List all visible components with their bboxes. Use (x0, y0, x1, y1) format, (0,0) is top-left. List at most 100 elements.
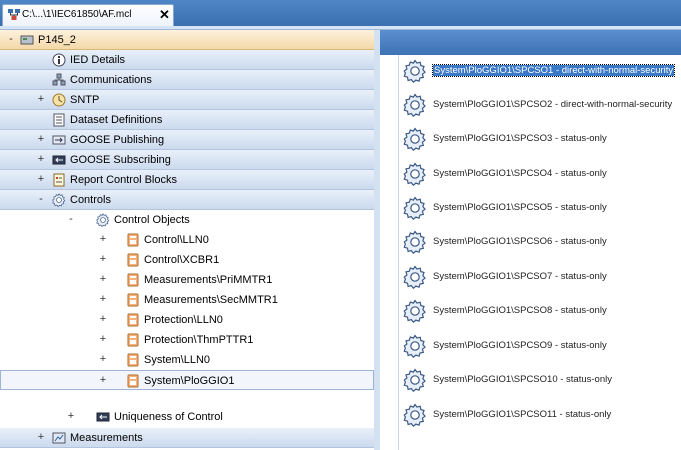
tree-item-protection-lln0[interactable]: + Protection\LLN0 (0, 310, 374, 330)
measurements-icon (52, 432, 66, 444)
tree-item-label: Uniqueness of Control (114, 411, 223, 423)
gear-icon (403, 127, 427, 151)
pane-header-bar (380, 30, 681, 55)
gear-icon (403, 196, 427, 220)
expand-toggle[interactable]: + (36, 133, 46, 145)
tree-item-measurements-secmmtr1[interactable]: + Measurements\SecMMTR1 (0, 290, 374, 310)
list-item-label: System\PloGGIO1\SPCSO4 - status-only (433, 168, 607, 179)
list-item-label: System\PloGGIO1\SPCSO5 - status-only (433, 202, 607, 213)
list-item-label: System\PloGGIO1\SPCSO6 - status-only (433, 236, 607, 247)
tree-item-label: Controls (70, 194, 111, 206)
clock-icon (52, 93, 66, 107)
list-item-spcso8[interactable]: System\PloGGIO1\SPCSO8 - status-only (399, 295, 681, 327)
gear-icon (403, 299, 427, 323)
tree-item-label: P145_2 (38, 34, 76, 46)
tree-item-label: Control\LLN0 (144, 234, 209, 246)
goose-subscribe-icon (52, 155, 66, 165)
report-icon (53, 173, 65, 187)
tree-item-system-lln0[interactable]: + System\LLN0 (0, 350, 374, 370)
goose-publish-icon (52, 135, 66, 145)
expand-toggle[interactable]: + (98, 313, 108, 325)
expand-toggle[interactable]: + (98, 233, 108, 245)
expand-toggle[interactable]: + (98, 353, 108, 365)
tree-item-label: Communications (70, 74, 152, 86)
logical-node-icon (126, 374, 140, 388)
expand-toggle[interactable]: + (98, 273, 108, 285)
gear-icon (403, 230, 427, 254)
control-objects-list: System\PloGGIO1\SPCSO1 - direct-with-nor… (398, 55, 681, 450)
logical-node-icon (126, 293, 140, 307)
list-item-label: System\PloGGIO1\SPCSO10 - status-only (433, 374, 612, 385)
tree-item-protection-thmpttr1[interactable]: + Protection\ThmPTTR1 (0, 330, 374, 350)
collapse-toggle[interactable]: - (36, 193, 46, 205)
list-item-spcso10[interactable]: System\PloGGIO1\SPCSO10 - status-only (399, 364, 681, 396)
list-item-label: System\PloGGIO1\SPCSO2 - direct-with-nor… (433, 99, 673, 110)
expand-toggle[interactable]: + (36, 173, 46, 185)
tree-item-controls[interactable]: - Controls (0, 190, 374, 210)
gear-icon (403, 265, 427, 289)
tree-item-measurements-primmtr1[interactable]: + Measurements\PriMMTR1 (0, 270, 374, 290)
tree-item-label: Protection\LLN0 (144, 314, 223, 326)
expand-toggle[interactable]: + (98, 253, 108, 265)
configuration-tree: - P145_2 IED Details Communications + SN… (0, 30, 375, 450)
expand-toggle[interactable]: + (36, 93, 46, 105)
gear-icon (403, 162, 427, 186)
expand-toggle[interactable]: + (36, 431, 46, 443)
tree-item-label: Protection\ThmPTTR1 (144, 334, 254, 346)
tree-item-label: Control\XCBR1 (144, 254, 220, 266)
tree-item-measurements[interactable]: + Measurements (0, 428, 374, 448)
expand-toggle[interactable]: + (98, 293, 108, 305)
logical-node-icon (126, 333, 140, 347)
tree-item-control-objects[interactable]: - Control Objects (0, 210, 374, 230)
tree-item-sntp[interactable]: + SNTP (0, 90, 374, 110)
tree-item-label: Measurements\PriMMTR1 (144, 274, 273, 286)
gear-icon (96, 213, 110, 227)
tree-item-ied-details[interactable]: IED Details (0, 50, 374, 70)
tree-item-label: Measurements\SecMMTR1 (144, 294, 278, 306)
list-item-label: System\PloGGIO1\SPCSO3 - status-only (433, 133, 607, 144)
collapse-toggle[interactable]: - (66, 213, 76, 225)
tree-item-label: Report Control Blocks (70, 174, 177, 186)
tree-item-p145-2[interactable]: - P145_2 (0, 30, 374, 50)
list-item-label: System\PloGGIO1\SPCSO8 - status-only (433, 305, 607, 316)
control-objects-pane: System\PloGGIO1\SPCSO1 - direct-with-nor… (380, 30, 681, 450)
list-item-spcso9[interactable]: System\PloGGIO1\SPCSO9 - status-only (399, 330, 681, 362)
tree-item-communications[interactable]: Communications (0, 70, 374, 90)
list-item-spcso4[interactable]: System\PloGGIO1\SPCSO4 - status-only (399, 158, 681, 190)
goose-subscribe-icon (96, 412, 110, 422)
document-tab[interactable]: C:\...\1\IEC61850\AF.mcl ✕ (2, 4, 174, 26)
collapse-toggle[interactable]: - (6, 33, 16, 45)
list-item-spcso11[interactable]: System\PloGGIO1\SPCSO11 - status-only (399, 399, 681, 431)
tree-item-system-ploggio1[interactable]: + System\PloGGIO1 (0, 370, 374, 390)
list-item-label: System\PloGGIO1\SPCSO7 - status-only (433, 271, 607, 282)
list-item-spcso1[interactable]: System\PloGGIO1\SPCSO1 - direct-with-nor… (399, 55, 681, 87)
tree-item-label: SNTP (70, 94, 100, 106)
list-item-spcso5[interactable]: System\PloGGIO1\SPCSO5 - status-only (399, 192, 681, 224)
expand-toggle[interactable]: + (98, 374, 108, 386)
tree-item-label: Control Objects (114, 214, 190, 226)
logical-node-icon (126, 273, 140, 287)
logical-node-icon (126, 233, 140, 247)
tree-item-report-control-blocks[interactable]: + Report Control Blocks (0, 170, 374, 190)
gear-icon (403, 334, 427, 358)
gear-icon (403, 403, 427, 427)
expand-toggle[interactable]: + (98, 333, 108, 345)
tree-item-dataset-definitions[interactable]: Dataset Definitions (0, 110, 374, 130)
list-item-spcso3[interactable]: System\PloGGIO1\SPCSO3 - status-only (399, 123, 681, 155)
expand-toggle[interactable]: + (66, 410, 76, 422)
list-item-spcso7[interactable]: System\PloGGIO1\SPCSO7 - status-only (399, 261, 681, 293)
list-item-label: System\PloGGIO1\SPCSO11 - status-only (433, 409, 612, 420)
expand-toggle[interactable]: + (36, 153, 46, 165)
tree-item-label: IED Details (70, 54, 126, 66)
list-item-spcso6[interactable]: System\PloGGIO1\SPCSO6 - status-only (399, 226, 681, 258)
close-icon[interactable]: ✕ (159, 7, 170, 23)
list-item-spcso2[interactable]: System\PloGGIO1\SPCSO2 - direct-with-nor… (399, 89, 681, 121)
tree-item-control-lln0[interactable]: + Control\LLN0 (0, 230, 374, 250)
tree-item-goose-subscribing[interactable]: + GOOSE Subscribing (0, 150, 374, 170)
relay-device-icon (20, 35, 34, 45)
logical-node-icon (126, 253, 140, 267)
tree-item-label: System\LLN0 (144, 354, 211, 366)
tree-item-control-xcbr1[interactable]: + Control\XCBR1 (0, 250, 374, 270)
tree-item-uniqueness-of-control[interactable]: + Uniqueness of Control (0, 407, 374, 427)
tree-item-goose-publishing[interactable]: + GOOSE Publishing (0, 130, 374, 150)
